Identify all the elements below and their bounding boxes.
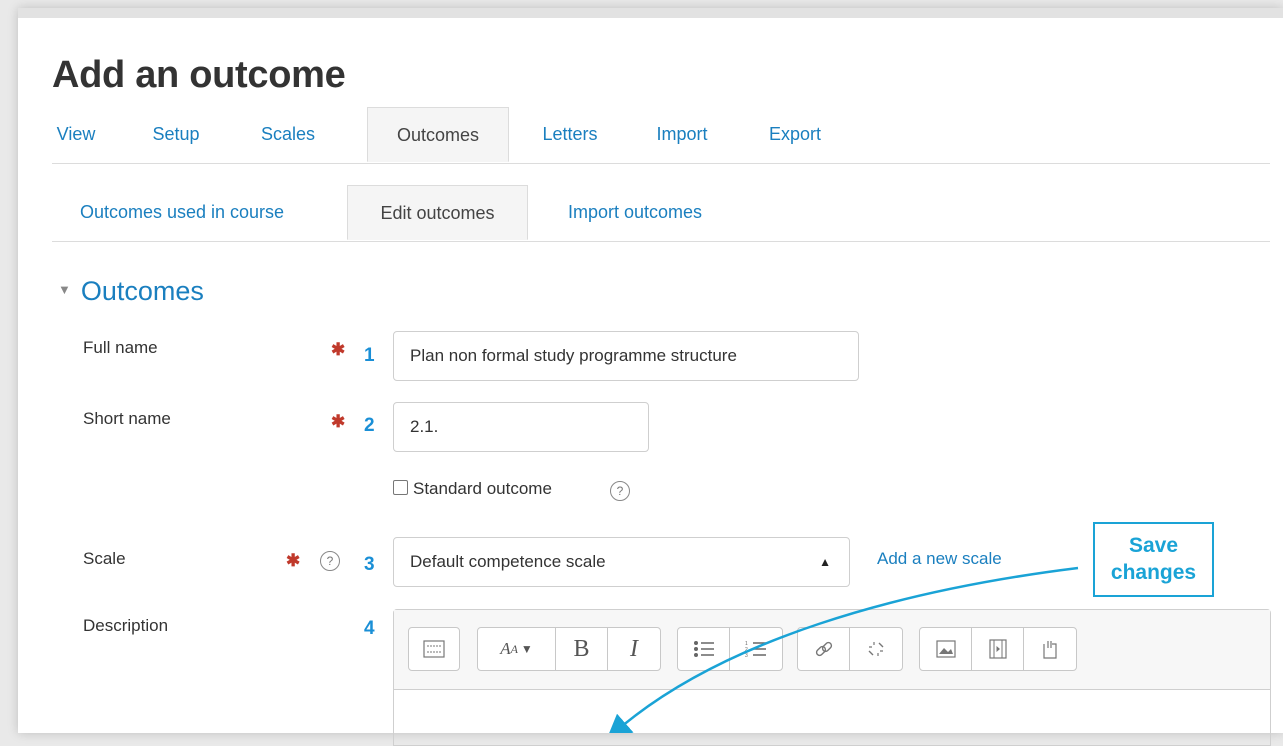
standard-outcome-checkbox[interactable] — [393, 480, 408, 496]
collapse-triangle-icon: ▼ — [58, 282, 71, 298]
callout-line-2: changes — [1110, 561, 1197, 584]
top-band — [18, 8, 1283, 18]
unlink-icon[interactable] — [850, 628, 902, 670]
primary-tabs: View Setup Scales Outcomes Letters Impor… — [52, 107, 1270, 164]
toolbar-group-3: 123 — [677, 627, 783, 671]
step-number-4: 4 — [364, 618, 375, 639]
bold-icon[interactable]: B — [556, 628, 608, 670]
tab-import-outcomes[interactable]: Import outcomes — [552, 185, 718, 240]
add-new-scale-link[interactable]: Add a new scale — [877, 549, 1002, 569]
tab-outcomes-used-in-course[interactable]: Outcomes used in course — [58, 185, 306, 240]
font-style-icon[interactable]: A A ▼ — [478, 628, 556, 670]
full-name-label: Full name — [83, 338, 158, 357]
standard-outcome-row: Standard outcome — [393, 479, 552, 499]
image-icon[interactable] — [920, 628, 972, 670]
required-asterisk-icon: ✱ — [331, 340, 346, 359]
tab-setup[interactable]: Setup — [146, 107, 206, 162]
description-label: Description — [83, 616, 169, 635]
required-asterisk-icon: ✱ — [331, 412, 346, 431]
tab-edit-outcomes[interactable]: Edit outcomes — [347, 185, 528, 240]
select-arrows-icon: ▲ — [819, 555, 831, 569]
editor-toolbar: A A ▼ B I 123 — [394, 610, 1270, 690]
manage-files-icon[interactable] — [1024, 628, 1076, 670]
tab-view[interactable]: View — [52, 107, 100, 162]
tab-scales[interactable]: Scales — [255, 107, 321, 162]
toolbar-group-4 — [797, 627, 903, 671]
toolbar-group-5 — [919, 627, 1077, 671]
question-mark-icon[interactable]: ? — [320, 551, 340, 571]
standard-outcome-label: Standard outcome — [413, 479, 552, 498]
short-name-label: Short name — [83, 409, 171, 428]
scale-label: Scale — [83, 549, 126, 568]
unordered-list-icon[interactable] — [678, 628, 730, 670]
required-asterisk-icon: ✱ — [286, 551, 301, 570]
page-frame: Add an outcome View Setup Scales Outcome… — [18, 8, 1283, 746]
tab-export[interactable]: Export — [762, 107, 828, 162]
media-icon[interactable] — [972, 628, 1024, 670]
secondary-tabs: Outcomes used in course Edit outcomes Im… — [52, 185, 1270, 242]
description-editor[interactable]: A A ▼ B I 123 — [393, 609, 1271, 746]
full-name-input[interactable] — [393, 331, 859, 381]
tab-outcomes[interactable]: Outcomes — [367, 107, 509, 162]
callout-line-1: Save — [1128, 534, 1179, 557]
section-title: Outcomes — [80, 276, 204, 306]
scale-select[interactable]: Default competence scale ▲ — [393, 537, 850, 587]
toolbar-toggle-icon[interactable] — [409, 628, 459, 670]
page-title: Add an outcome — [52, 54, 346, 96]
tab-import[interactable]: Import — [649, 107, 715, 162]
outcomes-section-header[interactable]: ▼ Outcomes — [58, 276, 204, 307]
link-icon[interactable] — [798, 628, 850, 670]
ordered-list-icon[interactable]: 123 — [730, 628, 782, 670]
toolbar-group-1 — [408, 627, 460, 671]
toolbar-group-2: A A ▼ B I — [477, 627, 661, 671]
step-number-3: 3 — [364, 554, 375, 575]
svg-text:3: 3 — [745, 653, 748, 658]
step-number-1: 1 — [364, 345, 375, 366]
scale-selected-value: Default competence scale — [410, 552, 606, 571]
question-mark-icon[interactable]: ? — [610, 481, 630, 501]
save-changes-callout: Save changes — [1093, 522, 1214, 597]
short-name-input[interactable] — [393, 402, 649, 452]
tab-letters[interactable]: Letters — [534, 107, 606, 162]
step-number-2: 2 — [364, 415, 375, 436]
italic-icon[interactable]: I — [608, 628, 660, 670]
